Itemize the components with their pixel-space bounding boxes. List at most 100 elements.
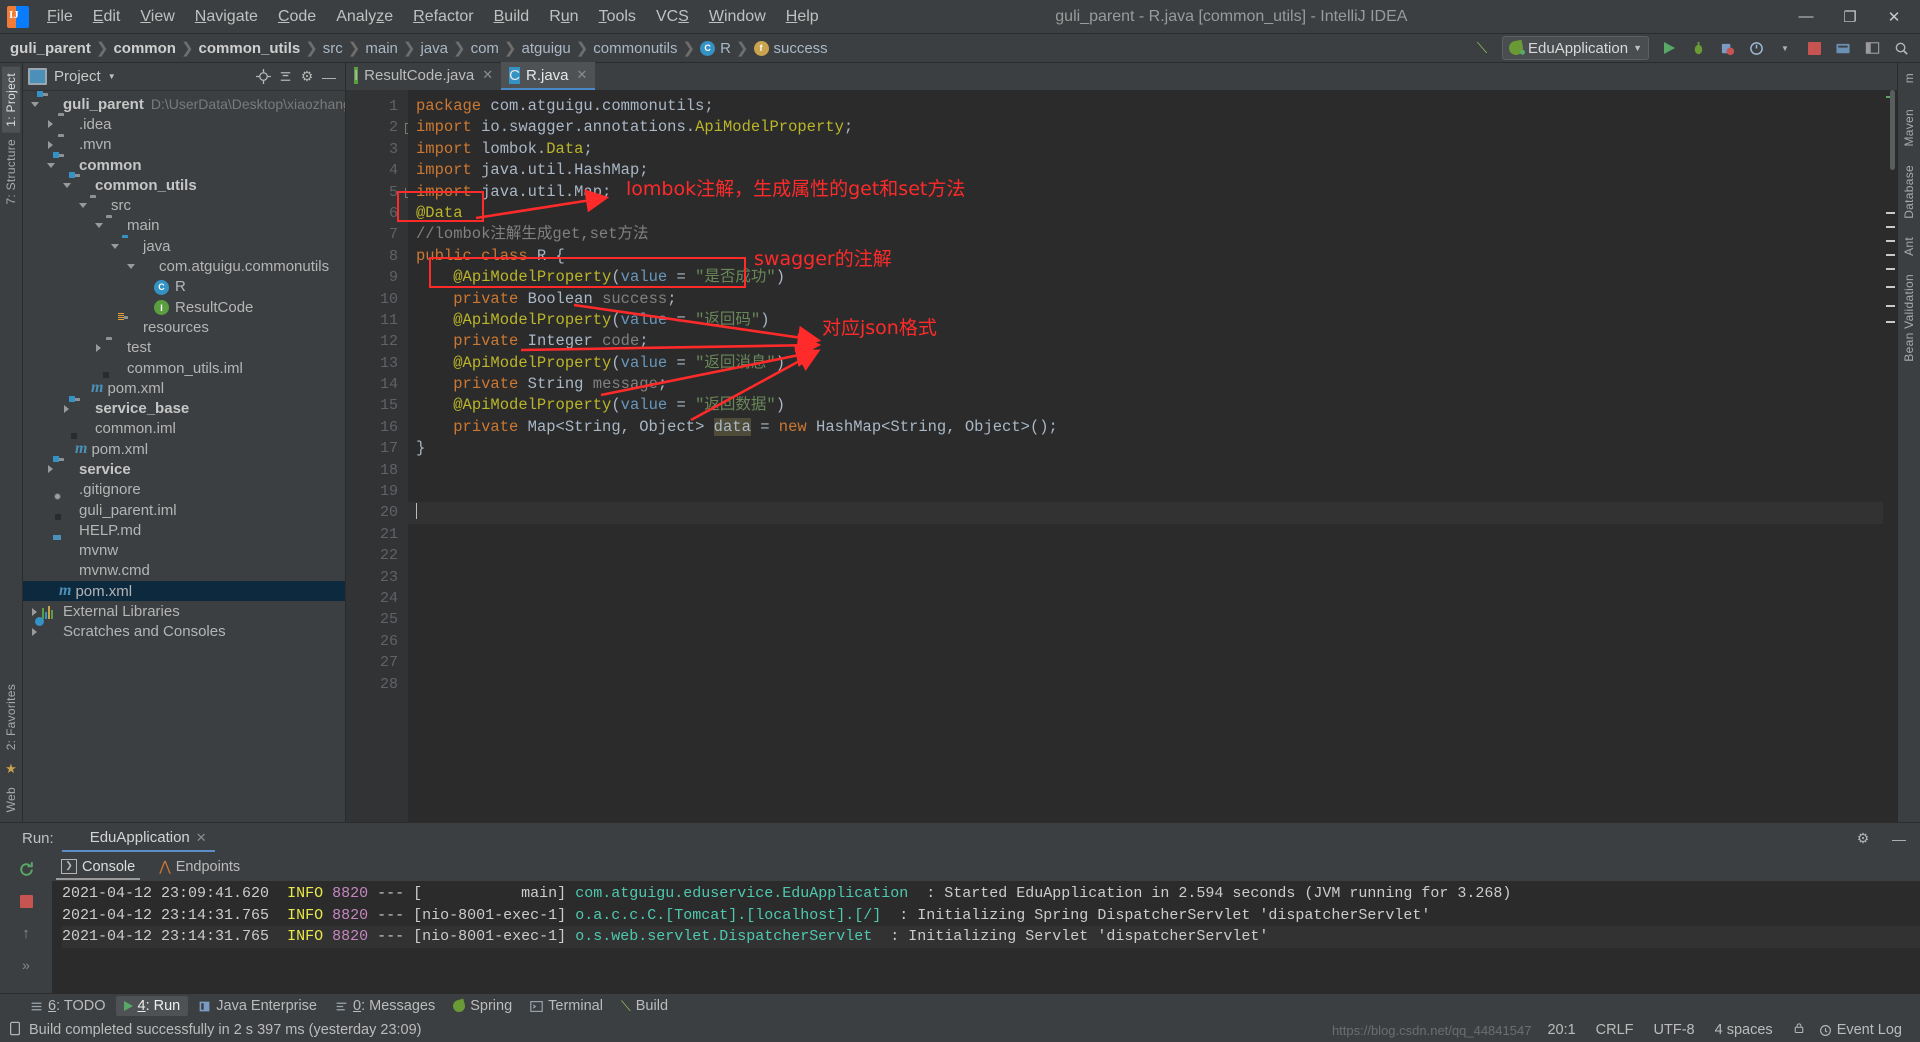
run-subtab-console[interactable]: ❯ Console xyxy=(56,856,141,880)
gutter-line[interactable]: 12 xyxy=(346,331,408,352)
gutter-line[interactable]: 18 xyxy=(346,460,408,481)
menu-code[interactable]: Code xyxy=(268,4,326,30)
tree-node-guli-parent[interactable]: guli_parent D:\UserData\Desktop\xiaozhang… xyxy=(23,94,345,114)
gear-icon[interactable]: ⚙ xyxy=(296,66,318,88)
tool-window-web[interactable]: Web xyxy=(2,781,20,818)
locate-icon[interactable] xyxy=(252,66,274,88)
menu-analyze[interactable]: Analyze xyxy=(326,4,403,30)
tool-window-maven-label[interactable]: Maven xyxy=(1900,103,1918,153)
tree-toggle[interactable] xyxy=(43,465,58,474)
expand-icon[interactable]: » xyxy=(15,954,37,976)
code-line[interactable]: //lombok注解生成get,set方法 xyxy=(408,224,1883,245)
maximize-button[interactable]: ❐ xyxy=(1828,1,1872,33)
chevron-down-icon[interactable]: ▼ xyxy=(108,72,116,81)
tree-node-java[interactable]: java xyxy=(23,236,345,256)
hide-icon[interactable]: — xyxy=(318,66,340,88)
minimize-button[interactable]: — xyxy=(1784,1,1828,33)
code-line[interactable]: import lombok.Data; xyxy=(408,139,1883,160)
updates-icon[interactable] xyxy=(1830,36,1856,60)
code-line[interactable]: private Boolean success; xyxy=(408,289,1883,310)
run-subtab-endpoints[interactable]: ⋀ Endpoints xyxy=(154,855,245,880)
gutter-line[interactable]: 6 xyxy=(346,203,408,224)
menu-file[interactable]: File xyxy=(37,4,83,30)
breadcrumb-item-atguigu[interactable]: atguigu xyxy=(522,40,571,57)
close-icon[interactable]: ✕ xyxy=(577,67,588,83)
gutter-line[interactable]: 1 xyxy=(346,96,408,117)
tree-toggle[interactable] xyxy=(75,203,90,209)
code-line[interactable] xyxy=(408,545,1883,566)
tree-node--gitignore[interactable]: .gitignore xyxy=(23,480,345,500)
tool-window-project[interactable]: 1: Project xyxy=(2,67,20,133)
gutter-line[interactable]: 10 xyxy=(346,289,408,310)
gutter-line[interactable]: 13 xyxy=(346,353,408,374)
menu-window[interactable]: Window xyxy=(699,4,776,30)
caret-position[interactable]: 20:1 xyxy=(1537,1022,1585,1038)
indent-setting[interactable]: 4 spaces xyxy=(1705,1022,1783,1038)
editor-tab-r-java[interactable]: C R.java ✕ xyxy=(501,62,596,90)
menu-navigate[interactable]: Navigate xyxy=(185,4,268,30)
tree-toggle[interactable] xyxy=(43,162,58,168)
editor-code[interactable]: package com.atguigu.commonutils; import i… xyxy=(408,90,1883,822)
code-line[interactable] xyxy=(408,481,1883,502)
tree-toggle[interactable] xyxy=(107,243,122,249)
tree-toggle[interactable] xyxy=(27,101,42,107)
code-line[interactable]: package com.atguigu.commonutils; xyxy=(408,96,1883,117)
gutter-line[interactable]: 15 xyxy=(346,395,408,416)
code-line[interactable] xyxy=(408,588,1883,609)
gutter-line[interactable]: 25 xyxy=(346,609,408,630)
bottom-tab-terminal[interactable]: Terminal xyxy=(522,996,611,1016)
menu-tools[interactable]: Tools xyxy=(589,4,646,30)
search-icon[interactable] xyxy=(1888,36,1914,60)
file-encoding[interactable]: UTF-8 xyxy=(1644,1022,1705,1038)
tree-node-common-utils-iml[interactable]: common_utils.iml xyxy=(23,358,345,378)
gear-icon[interactable]: ⚙ xyxy=(1852,828,1874,850)
tree-node--mvn[interactable]: .mvn xyxy=(23,135,345,155)
gutter-line[interactable]: 9 xyxy=(346,267,408,288)
gutter-line[interactable]: 7 xyxy=(346,224,408,245)
gutter-line[interactable]: 26 xyxy=(346,631,408,652)
gutter-line[interactable]: 4 xyxy=(346,160,408,181)
bottom-tab-0--messages[interactable]: 0: Messages xyxy=(327,996,443,1016)
bottom-tab-6--todo[interactable]: 6: TODO xyxy=(22,996,114,1016)
tree-node-r[interactable]: CR xyxy=(23,277,345,297)
debug-button[interactable] xyxy=(1685,36,1711,60)
breadcrumb-item-commonutils[interactable]: commonutils xyxy=(593,40,677,57)
tree-node-guli-parent-iml[interactable]: guli_parent.iml xyxy=(23,500,345,520)
run-configuration-selector[interactable]: EduApplication ▼ xyxy=(1502,36,1649,60)
build-project-button[interactable]: ⟍ xyxy=(1469,36,1495,60)
breadcrumb-item-src[interactable]: src xyxy=(323,40,343,57)
tree-toggle[interactable] xyxy=(27,607,42,616)
gutter-line[interactable]: 23 xyxy=(346,567,408,588)
code-line[interactable] xyxy=(408,460,1883,481)
bottom-tab-build[interactable]: ⟍ Build xyxy=(613,996,676,1017)
gutter-line[interactable]: 28 xyxy=(346,674,408,695)
code-line[interactable] xyxy=(408,652,1883,673)
menu-view[interactable]: View xyxy=(130,4,184,30)
code-line[interactable]: import io.swagger.annotations.ApiModelPr… xyxy=(408,117,1883,138)
stop-icon[interactable] xyxy=(15,890,37,912)
gutter-line[interactable]: 16 xyxy=(346,417,408,438)
collapse-all-icon[interactable] xyxy=(274,66,296,88)
tool-window-bean-validation[interactable]: Bean Validation xyxy=(1900,268,1918,368)
tree-node-main[interactable]: main xyxy=(23,216,345,236)
code-line[interactable] xyxy=(408,631,1883,652)
tree-toggle[interactable] xyxy=(27,627,42,636)
menu-refactor[interactable]: Refactor xyxy=(403,4,483,30)
tree-node-resultcode[interactable]: I ResultCode xyxy=(23,297,345,317)
tree-node-scratches-and-consoles[interactable]: Scratches and Consoles xyxy=(23,622,345,642)
run-config-tab[interactable]: EduApplication ✕ xyxy=(61,825,215,852)
breadcrumb-item-guli-parent[interactable]: guli_parent xyxy=(10,40,91,57)
tree-node-test[interactable]: test xyxy=(23,338,345,358)
tree-node-help-md[interactable]: HELP.md xyxy=(23,520,345,540)
project-tree[interactable]: guli_parent D:\UserData\Desktop\xiaozhang… xyxy=(23,91,345,822)
tool-window-ant[interactable]: Ant xyxy=(1900,231,1918,262)
bottom-tab-4--run[interactable]: 4: Run xyxy=(115,996,189,1016)
gutter-line[interactable]: 5⌐ xyxy=(346,182,416,203)
gutter-line[interactable]: 14 xyxy=(346,374,408,395)
profile-button[interactable] xyxy=(1743,36,1769,60)
code-line[interactable]: @ApiModelProperty(value = "返回数据") xyxy=(408,395,1883,416)
code-line[interactable] xyxy=(408,674,1883,695)
code-line[interactable]: @ApiModelProperty(value = "是否成功") xyxy=(408,267,1883,288)
code-line[interactable]: @ApiModelProperty(value = "返回码") xyxy=(408,310,1883,331)
tree-node-common-iml[interactable]: common.iml xyxy=(23,419,345,439)
